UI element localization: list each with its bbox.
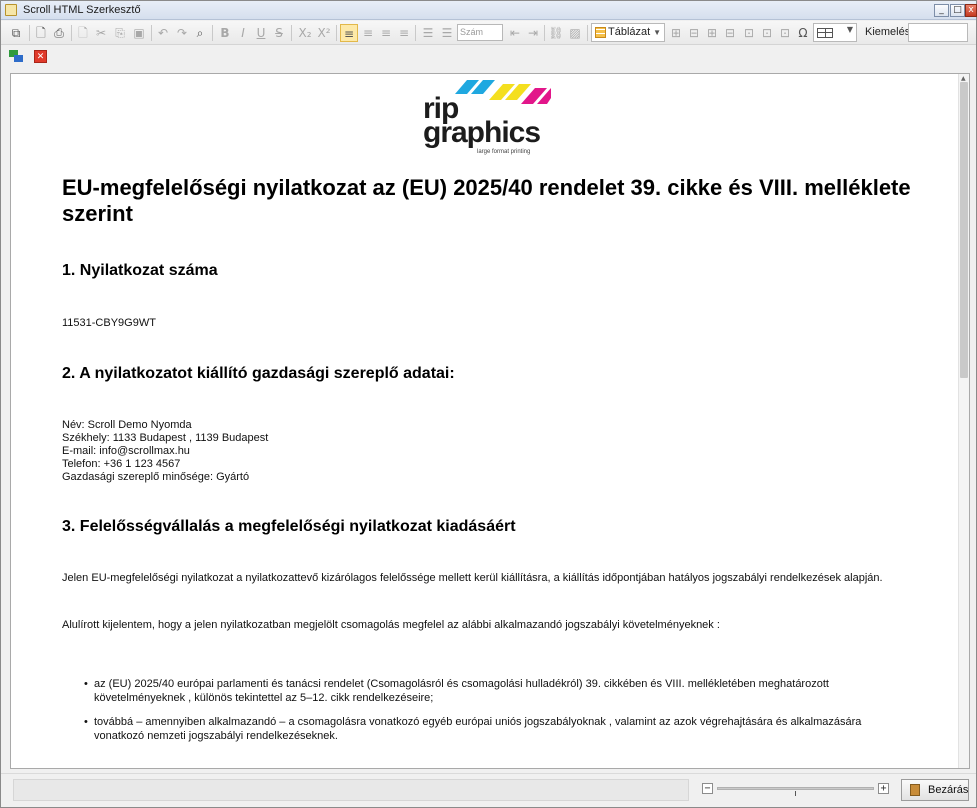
scrollbar-thumb[interactable] (960, 82, 968, 378)
secondary-toolbar: ✕ (1, 46, 976, 68)
table-dropdown[interactable]: Táblázat ▼ (591, 23, 665, 42)
language-flags-icon[interactable] (9, 50, 23, 62)
compliance-paragraph: Alulírott kijelentem, hogy a jelen nyila… (62, 619, 720, 631)
document-canvas[interactable]: rip graphics large format printing EU-me… (10, 73, 970, 769)
zoom-slider[interactable] (717, 787, 874, 790)
logo-word-graphics: graphics (423, 116, 541, 149)
delete-row-icon[interactable]: ⊟ (685, 24, 703, 42)
merge-cells-icon[interactable]: ⊡ (740, 24, 758, 42)
toolbar-separator (212, 25, 213, 41)
image-icon[interactable]: ▨ (566, 24, 584, 42)
superscript-icon[interactable]: X² (315, 24, 333, 42)
new-icon[interactable]: 🗋 (74, 24, 92, 42)
document-title: EU-megfelelőségi nyilatkozat az (EU) 202… (62, 175, 911, 226)
indent-increase-icon[interactable]: ⇥ (524, 24, 542, 42)
window-title: Scroll HTML Szerkesztő (23, 4, 141, 16)
bold-icon[interactable]: B (216, 24, 234, 42)
cell-properties-icon[interactable]: ⊡ (776, 24, 794, 42)
responsibility-paragraph: Jelen EU-megfelelőségi nyilatkozat a nyi… (62, 572, 883, 584)
editor-window: Scroll HTML Szerkesztő _ □ x ⧉ 🗋 ⎙ 🗋 ✂ ⎘… (0, 0, 977, 808)
bullet-list-icon[interactable]: ☰ (419, 24, 437, 42)
toolbar-separator (291, 25, 292, 41)
print-icon[interactable]: ⎙ (50, 24, 68, 42)
highlight-input[interactable] (908, 23, 968, 42)
paste-icon[interactable]: ▣ (130, 24, 148, 42)
undo-icon[interactable]: ↶ (154, 24, 172, 42)
app-icon (5, 4, 17, 16)
status-field (13, 779, 689, 801)
toolbar-separator (29, 25, 30, 41)
redo-icon[interactable]: ↷ (173, 24, 191, 42)
list-item: az (EU) 2025/40 európai parlamenti és ta… (84, 677, 904, 705)
formatting-toolbar: ⧉ 🗋 ⎙ 🗋 ✂ ⎘ ▣ ↶ ↷ ⌕ B I U S X₂ X² ≡ ≡ ≡ … (1, 21, 976, 45)
status-bar: − + Bezárás (1, 773, 976, 807)
highlight-label: Kiemelés: (865, 26, 914, 38)
numbered-list-icon[interactable]: ☰ (438, 24, 456, 42)
section3-heading: 3. Felelősségvállalás a megfelelőségi ny… (62, 518, 516, 535)
section2-heading: 2. A nyilatkozatot kiállító gazdasági sz… (62, 365, 455, 382)
close-button[interactable]: Bezárás (901, 779, 969, 801)
cut-icon[interactable]: ✂ (92, 24, 110, 42)
subscript-icon[interactable]: X₂ (296, 24, 314, 42)
operator-address: Székhely: 1133 Budapest , 1139 Budapest (62, 432, 269, 444)
chevron-down-icon: ▼ (846, 25, 853, 34)
toolbar-separator (544, 25, 545, 41)
insert-row-icon[interactable]: ⊞ (667, 24, 685, 42)
toolbar-separator (587, 25, 588, 41)
special-character-icon[interactable]: Ω (794, 24, 812, 42)
title-bar: Scroll HTML Szerkesztő _ □ x (1, 1, 977, 20)
copy-icon[interactable]: ⎘ (111, 24, 129, 42)
grid-icon (817, 28, 833, 38)
chevron-down-icon: ▼ (653, 28, 661, 37)
operator-role: Gazdasági szereplő minősége: Gyártó (62, 471, 250, 483)
operator-email: E-mail: info@scrollmax.hu (62, 445, 190, 457)
close-button-label: Bezárás (928, 784, 969, 796)
zoom-slider-handle[interactable] (795, 791, 796, 796)
scroll-up-icon[interactable]: ▲ (961, 75, 966, 82)
operator-name: Név: Scroll Demo Nyomda (62, 419, 192, 431)
list-item: továbbá – amennyiben alkalmazandó – a cs… (84, 715, 904, 743)
align-center-icon[interactable]: ≡ (359, 24, 377, 42)
justify-icon[interactable]: ≡ (395, 24, 413, 42)
logo-tagline: large format printing (477, 149, 531, 155)
declaration-number: 11531-CBY9G9WT (62, 317, 156, 329)
indent-decrease-icon[interactable]: ⇤ (506, 24, 524, 42)
find-icon[interactable]: ⌕ (191, 24, 209, 42)
zoom-out-button[interactable]: − (702, 783, 713, 794)
insert-column-icon[interactable]: ⊞ (703, 24, 721, 42)
section1-heading: 1. Nyilatkozat száma (62, 262, 218, 279)
operator-phone: Telefon: +36 1 123 4567 (62, 458, 181, 470)
align-left-icon[interactable]: ≡ (340, 24, 358, 42)
table-grid-dropdown[interactable]: ▼ (813, 23, 857, 42)
toolbar-separator (71, 25, 72, 41)
toolbar-separator (151, 25, 152, 41)
split-cells-icon[interactable]: ⊡ (758, 24, 776, 42)
align-right-icon[interactable]: ≡ (377, 24, 395, 42)
underline-icon[interactable]: U (252, 24, 270, 42)
discard-icon[interactable]: ✕ (34, 50, 47, 63)
link-icon[interactable]: ⛓ (547, 24, 565, 42)
vertical-scrollbar[interactable]: ▲ (958, 74, 969, 768)
maximize-button[interactable]: □ (950, 4, 965, 17)
zoom-in-button[interactable]: + (878, 783, 889, 794)
minimize-button[interactable]: _ (934, 4, 949, 17)
preview-icon[interactable]: 🗋 (32, 24, 50, 42)
delete-column-icon[interactable]: ⊟ (721, 24, 739, 42)
close-window-button[interactable]: x (965, 4, 977, 17)
toolbar-separator (415, 25, 416, 41)
table-icon (595, 27, 606, 38)
table-dropdown-label: Táblázat (608, 26, 651, 38)
strikethrough-icon[interactable]: S (270, 24, 288, 42)
toolbar-separator (336, 25, 337, 41)
source-view-icon[interactable]: ⧉ (7, 24, 25, 42)
italic-icon[interactable]: I (234, 24, 252, 42)
company-logo: rip graphics large format printing (421, 80, 551, 158)
book-icon (910, 784, 920, 796)
list-number-input[interactable]: Szám (457, 24, 503, 41)
